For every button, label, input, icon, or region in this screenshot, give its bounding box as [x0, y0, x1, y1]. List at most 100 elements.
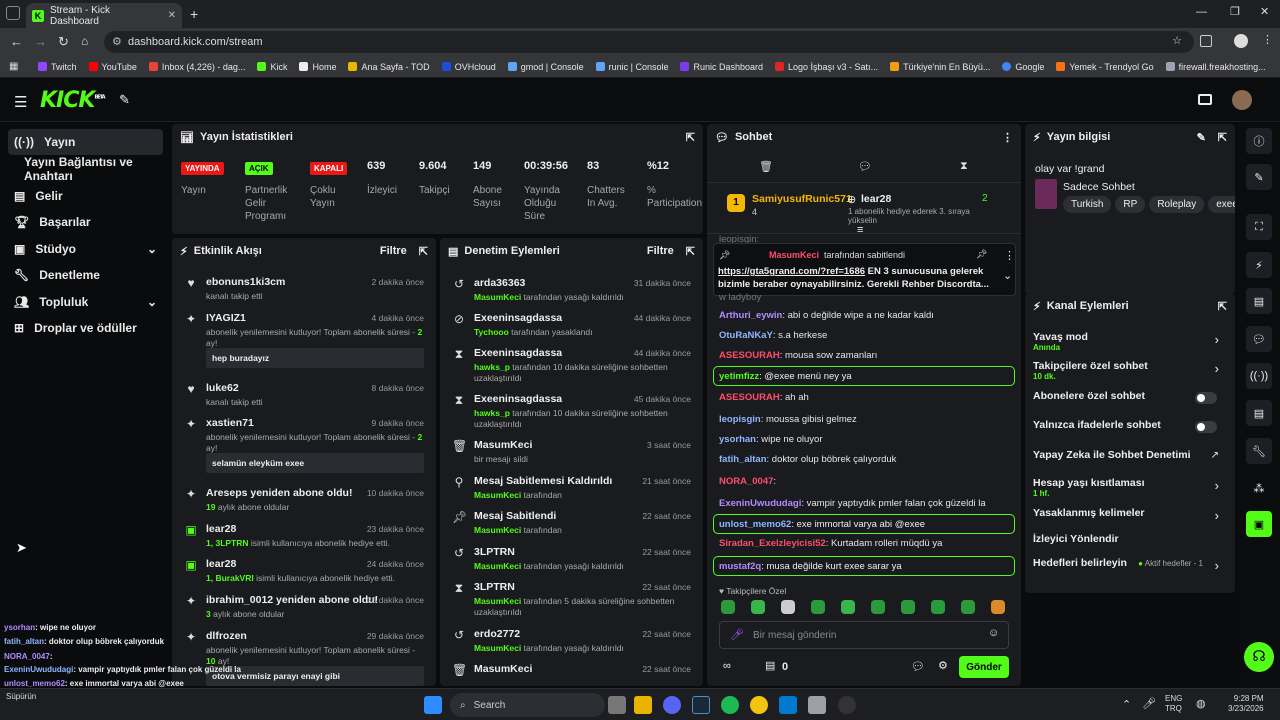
document-icon[interactable]: ▤: [1246, 288, 1272, 314]
bookmark[interactable]: YouTube: [88, 62, 137, 72]
edit-icon[interactable]: ✎: [1246, 164, 1272, 190]
chat-username[interactable]: leopisgin: [719, 414, 761, 425]
nav-achievements[interactable]: 🏆︎ Başarılar: [8, 209, 163, 235]
chat-message[interactable]: Siradan_Exelzleyicisi52: Kurtadam roller…: [719, 538, 1013, 549]
community-icon[interactable]: ⁂: [1246, 475, 1272, 501]
reload-icon[interactable]: ↻: [58, 34, 69, 50]
chat-message[interactable]: ASESOURAH: ah ah: [719, 392, 1013, 403]
redirect-row[interactable]: İzleyici Yönlendir: [1031, 529, 1225, 555]
bookmark-star-icon[interactable]: ☆: [1172, 34, 1182, 47]
settings-icon[interactable]: ⚙: [938, 659, 948, 672]
emote-icon[interactable]: [811, 600, 825, 614]
chat-username[interactable]: NORA_0047: [719, 476, 773, 487]
chat-username[interactable]: ExeninUwududagi: [719, 498, 801, 509]
obs-icon[interactable]: [838, 696, 856, 714]
chat-username[interactable]: fatih_altan: [719, 454, 767, 465]
maximize-button[interactable]: ❐: [1230, 5, 1240, 18]
apps-grid-icon[interactable]: ▦: [9, 61, 18, 72]
tag-pill[interactable]: exee: [1208, 196, 1235, 213]
nav-stream-keys[interactable]: Yayın Bağlantısı ve Anahtarı: [8, 155, 163, 183]
unpin-icon[interactable]: 📌︎: [976, 249, 987, 260]
emote-only-toggle[interactable]: [1195, 421, 1217, 433]
chat-username[interactable]: mustaf2q: [719, 561, 761, 572]
chat-message-mention[interactable]: yetimfizz: @exee menü ney ya: [713, 366, 1015, 386]
chat-username[interactable]: yetimfizz: [719, 371, 759, 382]
bookmark[interactable]: gmod | Console: [507, 62, 584, 72]
home-icon[interactable]: ⌂: [81, 34, 88, 48]
nav-stream[interactable]: ((·)) Yayın: [8, 129, 163, 155]
chat-bubble-icon[interactable]: 💬︎: [911, 660, 925, 673]
popout-icon[interactable]: ⇱: [419, 245, 428, 258]
app-icon[interactable]: [663, 696, 681, 714]
pinned-message[interactable]: 📌︎ MasumKeci tarafından sabitlendi 📌︎ ⋮ …: [713, 243, 1016, 296]
clock[interactable]: 9:28 PM 3/23/2026: [1228, 694, 1264, 714]
browser-tab[interactable]: K Stream - Kick Dashboard ✕: [26, 3, 182, 28]
chrome-icon[interactable]: [750, 696, 768, 714]
bolt-icon[interactable]: ⚡︎: [1246, 252, 1272, 278]
ai-moderation-row[interactable]: Yapay Zeka ile Sohbet Denetimi ↗: [1031, 445, 1225, 471]
chat-message[interactable]: NORA_0047:: [719, 476, 1013, 487]
bookmark[interactable]: OVHcloud: [441, 62, 496, 72]
support-icon[interactable]: ☊: [1244, 642, 1274, 672]
trash-icon[interactable]: 🗑︎: [759, 160, 773, 173]
emote-icon[interactable]: [961, 600, 975, 614]
chat-message[interactable]: fatih_altan: doktor olup böbrek çalıyord…: [719, 454, 1013, 465]
bookmark[interactable]: Kick: [257, 62, 287, 72]
edit-icon[interactable]: ✎: [1197, 131, 1206, 144]
chat-message[interactable]: OtuRaNKaY: s.a herkese: [719, 330, 1013, 341]
chat-bubble-icon[interactable]: 💬︎: [858, 160, 872, 173]
mic-icon[interactable]: 🎤︎: [1142, 697, 1156, 710]
back-icon[interactable]: ←: [10, 34, 23, 49]
nav-drops[interactable]: ⊞ Droplar ve ödüller: [8, 315, 163, 341]
extensions-icon[interactable]: [1200, 35, 1212, 47]
tab-close-icon[interactable]: ✕: [168, 10, 176, 21]
bookmark[interactable]: Runic Dashboard: [680, 62, 763, 72]
tag-pill[interactable]: Turkish: [1063, 196, 1112, 213]
popout-icon[interactable]: ⇱: [686, 131, 695, 144]
site-info-icon[interactable]: ⚙: [112, 35, 122, 48]
chat-message-mention[interactable]: mustaf2q: musa değilde kurt exee sarar y…: [713, 556, 1015, 576]
chat-message[interactable]: ysorhan: wipe ne oluyor: [719, 434, 1013, 445]
bookmark[interactable]: Yemek - Trendyol Go: [1056, 62, 1154, 72]
steam-icon[interactable]: [692, 696, 710, 714]
spotify-icon[interactable]: [721, 696, 739, 714]
profile-icon[interactable]: [1234, 34, 1248, 48]
emote-icon[interactable]: [871, 600, 885, 614]
chat-message[interactable]: ASESOURAH: mousa sow zamanları: [719, 350, 1013, 361]
top-gifter[interactable]: SamiyusufRunic571: [752, 193, 852, 205]
emote-icon[interactable]: [841, 600, 855, 614]
bookmark[interactable]: Inbox (4,226) - dag...: [148, 62, 245, 72]
popout-icon[interactable]: ⇱: [1218, 300, 1227, 313]
nav-community[interactable]: 👥︎ Topluluk ⌄: [8, 289, 163, 315]
followers-only-row[interactable]: Takipçilere özel sohbet 10 dk. ›: [1031, 356, 1225, 382]
chat-input[interactable]: 🎤︎ Bir mesaj gönderin ☺: [719, 621, 1009, 649]
windows-start-icon[interactable]: [424, 696, 442, 714]
filter-button[interactable]: Filtre: [380, 245, 407, 257]
more-options-icon[interactable]: ⋮: [1004, 249, 1015, 262]
app-icon[interactable]: [808, 696, 826, 714]
chat-username[interactable]: unlost_memo62: [719, 519, 791, 530]
task-view-icon[interactable]: [608, 696, 626, 714]
studio-icon[interactable]: [1198, 94, 1212, 105]
nav-revenue[interactable]: ▤ Gelir: [8, 183, 163, 209]
subs-only-toggle[interactable]: [1195, 392, 1217, 404]
forward-icon[interactable]: →: [34, 34, 47, 49]
chat-username[interactable]: OtuRaNKaY: [719, 330, 773, 341]
network-icon[interactable]: ◍: [1196, 697, 1206, 710]
emote-only-row[interactable]: Yalnızca ifadelerle sohbet: [1031, 415, 1225, 441]
emoji-icon[interactable]: ☺: [988, 627, 999, 639]
pinned-link[interactable]: https://gta5grand.com/?ref=1686: [718, 266, 865, 277]
bookmark[interactable]: Ana Sayfa - TOD: [348, 62, 430, 72]
pin-icon[interactable]: ✎: [119, 92, 130, 108]
chat-message[interactable]: leopisgin: moussa gibisi gelmez: [719, 414, 1013, 425]
category-name[interactable]: Sadece Sohbet: [1063, 181, 1135, 193]
close-window-button[interactable]: ✕: [1260, 5, 1269, 18]
chat-username[interactable]: ASESOURAH: [719, 392, 780, 403]
nav-moderation[interactable]: 🔧︎ Denetleme: [8, 262, 163, 288]
tab-search-icon[interactable]: [6, 6, 20, 20]
chat-username[interactable]: Siradan_Exelzleyicisi52: [719, 538, 826, 549]
emote-icon[interactable]: [901, 600, 915, 614]
chevron-down-icon[interactable]: ⌄: [1003, 269, 1012, 282]
emote-icon[interactable]: [751, 600, 765, 614]
chat-message-mention[interactable]: unlost_memo62: exe immortal varya abi @e…: [713, 514, 1015, 534]
